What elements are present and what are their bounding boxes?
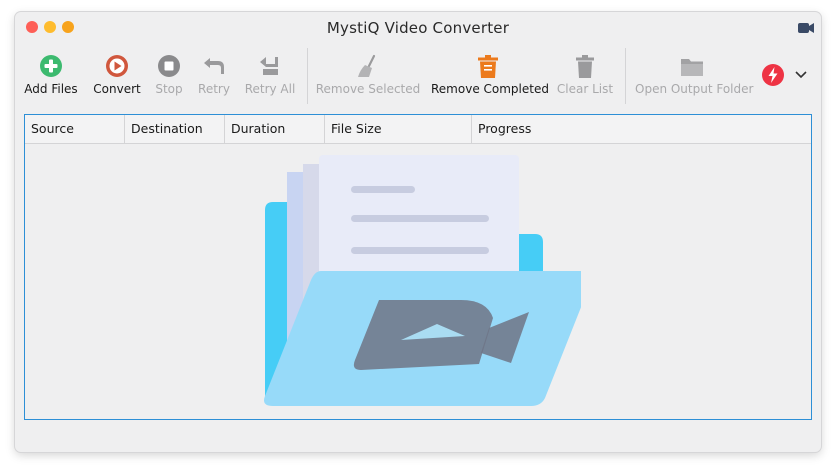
column-header-file-size[interactable]: File Size (325, 115, 472, 143)
trash-icon (576, 55, 594, 78)
video-camera-icon (798, 23, 814, 33)
toolbar: Add Files Convert Stop Retry Retry All R… (15, 48, 821, 106)
add-circle-icon (40, 55, 62, 77)
trash-icon (478, 55, 498, 78)
retry-all-button[interactable]: Retry All (243, 48, 297, 106)
toolbar-separator (307, 48, 308, 104)
main-window: MystiQ Video Converter Add Files Convert (15, 12, 821, 452)
window-title: MystiQ Video Converter (326, 19, 510, 37)
retry-label: Retry (198, 82, 230, 96)
remove-selected-label: Remove Selected (315, 82, 421, 96)
column-header-progress[interactable]: Progress (472, 115, 811, 143)
retry-button[interactable]: Retry (193, 48, 235, 106)
column-header-destination[interactable]: Destination (125, 115, 225, 143)
stop-label: Stop (155, 82, 183, 96)
title-bar: MystiQ Video Converter (15, 12, 821, 44)
column-header-duration[interactable]: Duration (225, 115, 325, 143)
clear-list-button[interactable]: Clear List (555, 48, 615, 106)
stop-circle-icon (158, 55, 180, 77)
add-files-label: Add Files (24, 82, 78, 96)
table-header: Source Destination Duration File Size Pr… (25, 115, 811, 144)
retry-all-icon (260, 57, 278, 75)
toolbar-separator (625, 48, 626, 104)
convert-label: Convert (93, 82, 141, 96)
play-circle-icon (106, 55, 128, 77)
retry-arrow-icon (204, 58, 224, 74)
conversion-list[interactable]: Source Destination Duration File Size Pr… (24, 114, 812, 420)
empty-list-folder-illustration (264, 155, 581, 406)
clear-list-label: Clear List (556, 82, 614, 96)
convert-button[interactable]: Convert (89, 48, 145, 106)
lightning-icon[interactable] (761, 63, 785, 87)
chevron-down-icon[interactable] (794, 70, 808, 80)
remove-completed-label: Remove Completed (431, 82, 549, 96)
stop-button[interactable]: Stop (149, 48, 189, 106)
column-header-source[interactable]: Source (25, 115, 125, 143)
remove-completed-button[interactable]: Remove Completed (431, 48, 549, 106)
broom-icon (358, 54, 376, 77)
remove-selected-button[interactable]: Remove Selected (315, 48, 421, 106)
add-files-button[interactable]: Add Files (21, 48, 81, 106)
open-output-folder-button[interactable]: Open Output Folder (635, 48, 754, 106)
open-output-folder-label: Open Output Folder (635, 82, 754, 96)
retry-all-label: Retry All (244, 82, 296, 96)
folder-icon (681, 59, 703, 76)
